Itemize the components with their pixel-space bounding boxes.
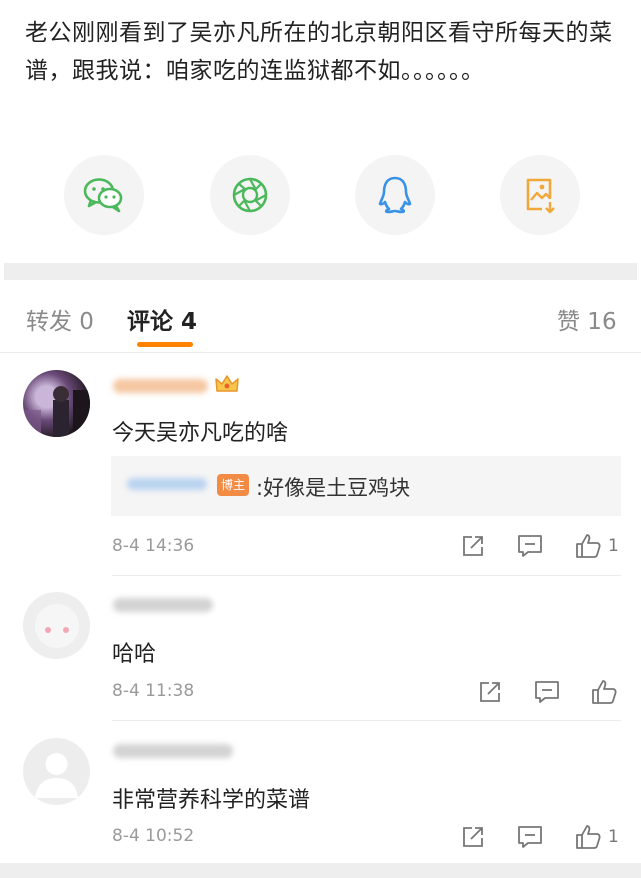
thumbs-up-icon <box>576 534 601 558</box>
comment-divider <box>112 720 621 721</box>
save-image-icon <box>526 178 555 214</box>
like-count: 1 <box>608 827 619 847</box>
reply-button[interactable] <box>516 533 544 559</box>
post-text: 老公刚刚看到了吴亦凡所在的北京朝阳区看守所每天的菜谱，跟我说：咱家吃的连监狱都不… <box>25 20 613 84</box>
comment-icon <box>518 826 542 848</box>
share-qq-button[interactable] <box>355 155 435 235</box>
tab-repost[interactable]: 转发 0 <box>26 302 94 336</box>
reply-text: :好像是土豆鸡块 <box>256 476 411 500</box>
tabs-divider <box>0 352 641 353</box>
avatar[interactable] <box>23 370 90 437</box>
share-wechat-button[interactable] <box>64 155 144 235</box>
repost-icon <box>463 827 483 847</box>
vip-crown-icon <box>215 375 239 392</box>
comment-time: 8-4 10:52 <box>112 826 195 846</box>
comment-tabs: 转发 0 评论 4 赞 16 <box>0 290 641 352</box>
repost-button[interactable] <box>460 533 486 559</box>
reply-preview[interactable]: 博主 :好像是土豆鸡块 <box>111 456 621 516</box>
username[interactable] <box>113 598 213 612</box>
save-image-button[interactable] <box>500 155 580 235</box>
comment-icon <box>518 535 542 557</box>
reply-button[interactable] <box>533 679 561 705</box>
like-button[interactable] <box>590 678 624 706</box>
avatar[interactable] <box>23 592 90 659</box>
comment-time: 8-4 14:36 <box>112 536 195 556</box>
username[interactable] <box>113 744 233 758</box>
like-count: 1 <box>608 536 619 556</box>
tab-likes[interactable]: 赞 16 <box>557 302 617 336</box>
repost-icon <box>463 536 483 556</box>
comment-divider <box>112 575 621 576</box>
default-avatar-icon <box>35 753 78 798</box>
share-row <box>0 155 641 235</box>
reply-username[interactable] <box>127 478 207 490</box>
thumbs-up-icon <box>576 825 601 849</box>
repost-icon <box>480 682 500 702</box>
share-moments-button[interactable] <box>210 155 290 235</box>
thumbs-up-icon <box>592 680 617 704</box>
username[interactable] <box>113 379 208 393</box>
bottom-divider <box>0 863 641 878</box>
comment-text: 哈哈 <box>112 642 157 667</box>
like-button[interactable]: 1 <box>574 823 619 851</box>
tab-comments[interactable]: 评论 4 <box>127 302 197 336</box>
comment-text: 今天吴亦凡吃的啥 <box>112 421 289 446</box>
comment-time: 8-4 11:38 <box>112 681 195 701</box>
like-button[interactable]: 1 <box>574 532 619 560</box>
active-tab-indicator <box>137 342 193 347</box>
qq-icon <box>378 176 412 214</box>
section-divider <box>4 263 637 280</box>
repost-button[interactable] <box>460 824 486 850</box>
moments-icon <box>232 177 268 213</box>
avatar[interactable] <box>23 738 90 805</box>
host-badge: 博主 <box>217 474 249 496</box>
repost-button[interactable] <box>477 679 503 705</box>
avatar-image <box>23 386 90 437</box>
avatar-image <box>35 604 79 648</box>
reply-button[interactable] <box>516 824 544 850</box>
comment-icon <box>535 681 559 703</box>
comment-text: 非常营养科学的菜谱 <box>112 788 311 813</box>
wechat-icon <box>83 178 123 213</box>
